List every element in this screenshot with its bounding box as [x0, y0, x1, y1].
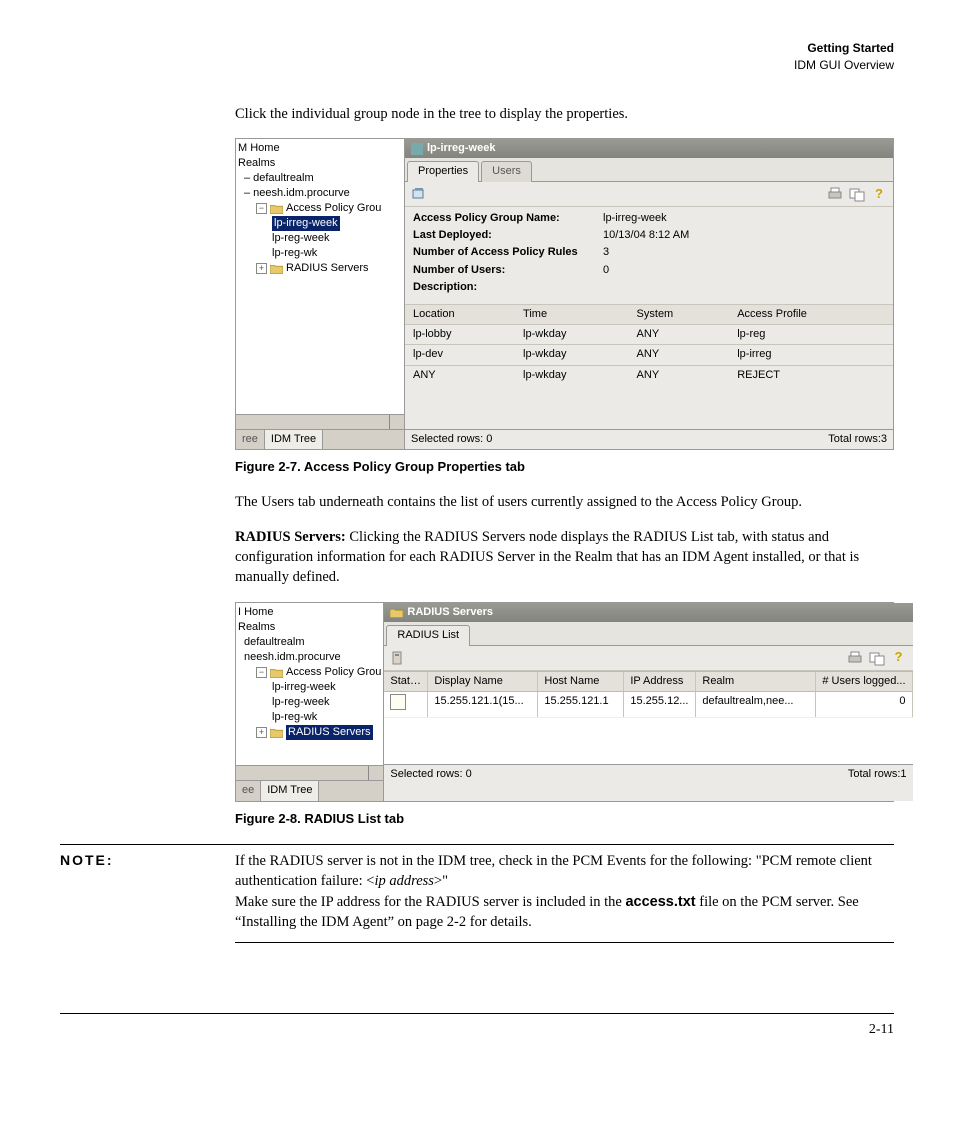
tree-item-lp-reg-week[interactable]: lp-reg-week: [238, 231, 402, 246]
tree-item-lp-reg-week[interactable]: lp-reg-week: [238, 695, 381, 710]
section-title: IDM GUI Overview: [60, 57, 894, 74]
tree-item-radius-servers[interactable]: + RADIUS Servers: [238, 725, 381, 740]
tree-item-defaultrealm[interactable]: defaultrealm: [238, 635, 381, 650]
status-ok-icon: [390, 694, 406, 710]
help-icon[interactable]: ?: [891, 650, 907, 666]
help-icon[interactable]: ?: [871, 186, 887, 202]
tree-item-lp-reg-wk[interactable]: lp-reg-wk: [238, 710, 381, 725]
table-row[interactable]: lp-devlp-wkdayANYlp-irreg: [405, 345, 893, 365]
server-icon[interactable]: [390, 650, 406, 666]
figure-2-7-caption: Figure 2-7. Access Policy Group Properti…: [235, 458, 894, 476]
note-label: NOTE:: [60, 844, 235, 943]
tree-item-lp-irreg-week[interactable]: lp-irreg-week: [238, 216, 402, 231]
tree-tab-left[interactable]: ree: [236, 430, 265, 449]
chapter-title: Getting Started: [60, 40, 894, 57]
page-footer: 2-11: [60, 1013, 894, 1040]
group-icon: [411, 143, 423, 155]
tree-item-neesh[interactable]: – neesh.idm.procurve: [238, 186, 402, 201]
figure-2-7-screenshot: M Home Realms – defaultrealm – neesh.idm…: [235, 138, 894, 450]
figure-2-8-caption: Figure 2-8. RADIUS List tab: [235, 810, 894, 828]
running-header: Getting Started IDM GUI Overview: [60, 40, 894, 74]
panel-tabs: Properties Users: [405, 158, 893, 181]
col-status[interactable]: Status: [384, 672, 428, 691]
col-realm[interactable]: Realm: [696, 672, 816, 691]
tree-tab-left[interactable]: ee: [236, 781, 261, 800]
list-item[interactable]: 15.255.121.1(15... 15.255.121.1 15.255.1…: [384, 692, 912, 718]
col-host-name[interactable]: Host Name: [538, 672, 624, 691]
figure-2-8-screenshot: I Home Realms defaultrealm neesh.idm.pro…: [235, 602, 894, 802]
tree-hscroll[interactable]: [236, 414, 404, 429]
folder-icon: [270, 727, 283, 738]
note-body: If the RADIUS server is not in the IDM t…: [235, 844, 894, 943]
panel-tabs: RADIUS List: [384, 622, 912, 645]
rules-table: Location Time System Access Profile lp-l…: [405, 304, 893, 386]
tab-properties[interactable]: Properties: [407, 161, 479, 181]
export-icon[interactable]: [869, 650, 885, 666]
users-tab-paragraph: The Users tab underneath contains the li…: [235, 492, 894, 512]
col-system[interactable]: System: [629, 304, 730, 324]
properties-panel: Access Policy Group Name:lp-irreg-week L…: [405, 207, 893, 304]
table-row[interactable]: lp-lobbylp-wkdayANYlp-reg: [405, 325, 893, 345]
panel-titlebar: lp-irreg-week: [405, 139, 893, 158]
tree-hscroll[interactable]: [236, 765, 383, 780]
print-icon[interactable]: [827, 186, 843, 202]
refresh-icon[interactable]: [411, 186, 427, 202]
tab-radius-list[interactable]: RADIUS List: [386, 625, 470, 645]
status-bar: Selected rows: 0 Total rows:3: [405, 429, 893, 449]
col-ip-address[interactable]: IP Address: [624, 672, 696, 691]
col-profile[interactable]: Access Profile: [729, 304, 893, 324]
col-display-name[interactable]: Display Name: [428, 672, 538, 691]
tree-item-neesh[interactable]: neesh.idm.procurve: [238, 650, 381, 665]
export-icon[interactable]: [849, 186, 865, 202]
panel-titlebar: RADIUS Servers: [384, 603, 912, 622]
col-location[interactable]: Location: [405, 304, 515, 324]
tree-root[interactable]: I Home: [238, 605, 381, 620]
tree-item-apg[interactable]: − Access Policy Grou: [238, 665, 381, 680]
col-time[interactable]: Time: [515, 304, 629, 324]
tree-pane: M Home Realms – defaultrealm – neesh.idm…: [236, 139, 405, 449]
folder-icon: [270, 667, 283, 678]
print-icon[interactable]: [847, 650, 863, 666]
folder-icon: [390, 607, 403, 618]
tree-root[interactable]: M Home: [238, 141, 402, 156]
tree-tab-idm[interactable]: IDM Tree: [261, 781, 319, 800]
tree-pane: I Home Realms defaultrealm neesh.idm.pro…: [236, 603, 384, 801]
col-users-logged[interactable]: # Users logged...: [816, 672, 912, 691]
tree-item-lp-reg-wk[interactable]: lp-reg-wk: [238, 246, 402, 261]
radius-servers-paragraph: RADIUS Servers: Clicking the RADIUS Serv…: [235, 527, 894, 588]
page-number: 2-11: [869, 1022, 894, 1037]
tree-tab-idm[interactable]: IDM Tree: [265, 430, 323, 449]
folder-icon: [270, 263, 283, 274]
tree-item-apg[interactable]: − Access Policy Grou: [238, 201, 402, 216]
radius-list-header: Status Display Name Host Name IP Address…: [384, 671, 912, 692]
note-block: NOTE: If the RADIUS server is not in the…: [60, 844, 894, 943]
tab-users[interactable]: Users: [481, 161, 532, 181]
table-row[interactable]: ANYlp-wkdayANYREJECT: [405, 365, 893, 385]
tree-realms[interactable]: Realms: [238, 620, 381, 635]
tree-item-radius-servers[interactable]: + RADIUS Servers: [238, 261, 402, 276]
folder-icon: [270, 203, 283, 214]
tree-item-defaultrealm[interactable]: – defaultrealm: [238, 171, 402, 186]
status-bar: Selected rows: 0 Total rows:1: [384, 764, 912, 784]
intro-paragraph: Click the individual group node in the t…: [235, 104, 894, 124]
tree-item-lp-irreg-week[interactable]: lp-irreg-week: [238, 680, 381, 695]
tree-realms[interactable]: Realms: [238, 156, 402, 171]
